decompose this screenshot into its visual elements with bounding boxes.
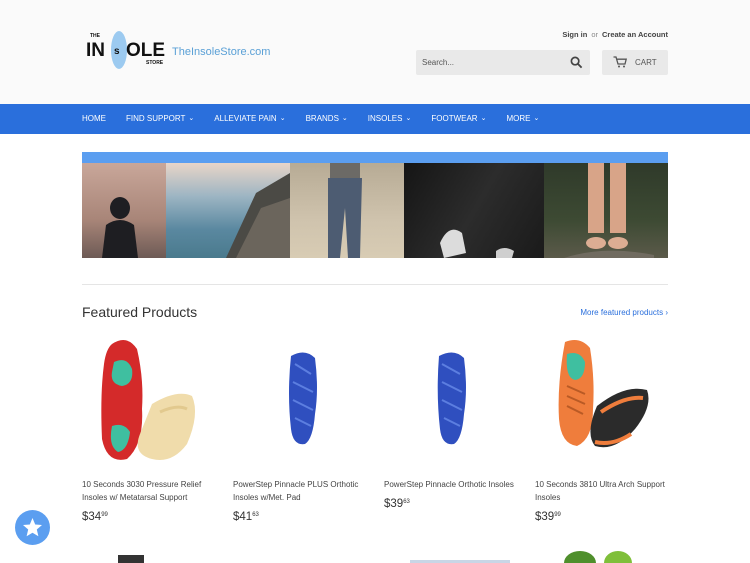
chevron-down-icon: ⌄ [188,115,195,122]
hero-banner[interactable] [82,163,668,258]
product-image-insole-orange[interactable] [535,334,670,469]
product-price: $3499 [82,511,108,523]
product-card[interactable]: 10 Seconds 3030 Pressure Relief Insoles … [82,334,217,523]
nav-item-label: FOOTWEAR [431,114,478,123]
product-image-insole-red[interactable] [82,334,217,469]
hero-photo-hiker [82,163,166,258]
hero-top-bar [82,152,668,163]
search-icon[interactable] [570,56,583,69]
nav-item-label: ALLEVIATE PAIN [214,114,277,123]
cart-button[interactable]: CART [602,50,668,75]
create-account-link[interactable]: Create an Account [602,30,668,39]
price-main: $34 [82,511,102,523]
svg-text:IN: IN [86,40,105,61]
nav-item-more[interactable]: MORE ⌄ [506,104,539,134]
chevron-down-icon: ⌄ [341,115,348,122]
svg-text:OLE: OLE [126,40,165,61]
cart-icon [613,56,627,68]
price-cents: 63 [252,512,259,518]
product-name[interactable]: 10 Seconds 3810 Ultra Arch Support Insol… [535,478,675,504]
reviews-star-button[interactable] [15,510,50,545]
sneaker-icon [440,229,514,258]
chevron-down-icon: ⌄ [480,115,487,122]
product-card[interactable]: PowerStep Pinnacle Orthotic Insoles $396… [384,334,519,510]
nav-item-footwear[interactable]: FOOTWEAR ⌄ [431,104,486,134]
nav-item-home[interactable]: HOME [82,104,106,134]
product-card[interactable]: 10 Seconds 3810 Ultra Arch Support Insol… [535,334,670,523]
price-main: $39 [535,511,555,523]
hero-photo-walker [290,163,404,258]
nav-item-label: FIND SUPPORT [126,114,186,123]
product-price: $3999 [535,511,561,523]
main-nav: HOME FIND SUPPORT ⌄ ALLEVIATE PAIN ⌄ BRAND… [0,104,750,134]
logo-small-bottom: STORE [146,60,164,66]
site-header: IN s OLE THE STORE TheInsoleStore.com Si… [0,0,750,104]
product-name[interactable]: PowerStep Pinnacle PLUS Orthotic Insoles… [233,478,373,504]
svg-text:s: s [114,46,120,57]
nav-item-label: BRANDS [305,114,339,123]
hero-photo-coast [166,163,290,258]
nav-item-find-support[interactable]: FIND SUPPORT ⌄ [126,104,194,134]
product-card[interactable]: PowerStep Pinnacle PLUS Orthotic Insoles… [233,334,368,523]
price-main: $39 [384,498,404,510]
price-main: $41 [233,511,253,523]
hero-photo-barefoot [544,163,668,258]
price-cents: 63 [403,499,410,505]
cliff-shape-icon [226,173,290,258]
cart-label: CART [635,58,657,67]
logo-small-top: THE [90,33,100,39]
product-name[interactable]: PowerStep Pinnacle Orthotic Insoles [384,478,524,491]
chevron-down-icon: ⌄ [279,115,286,122]
star-icon [23,518,42,537]
site-logo[interactable]: IN s OLE THE STORE TheInsoleStore.com [86,30,270,72]
nav-item-label: MORE [506,114,531,123]
walker-legs-icon [328,163,362,258]
or-text: or [591,30,598,39]
price-cents: 99 [101,512,108,518]
featured-products-title: Featured Products [82,304,198,320]
price-cents: 99 [554,512,561,518]
product-image-partial[interactable] [118,555,144,563]
nav-item-alleviate-pain[interactable]: ALLEVIATE PAIN ⌄ [214,104,285,134]
nav-item-brands[interactable]: BRANDS ⌄ [306,104,348,134]
hiker-silhouette-icon [102,197,138,258]
chevron-down-icon: ⌄ [405,115,412,122]
product-image-partial[interactable] [560,545,640,563]
search-placeholder: Search... [422,58,455,67]
product-price: $3963 [384,498,410,510]
sign-in-link[interactable]: Sign in [562,30,587,39]
logo-site-name: TheInsoleStore.com [172,46,271,58]
product-image-insole-blue[interactable] [384,334,519,469]
nav-item-label: HOME [82,114,106,123]
nav-item-label: INSOLES [367,114,403,123]
product-price: $4163 [233,511,259,523]
chevron-down-icon: ⌄ [533,115,540,122]
section-divider [82,284,668,285]
bare-feet-icon [564,163,654,258]
product-name[interactable]: 10 Seconds 3030 Pressure Relief Insoles … [82,478,222,504]
product-image-insole-blue-plus[interactable] [233,334,368,469]
hero-photo-shoes [404,163,544,258]
search-input[interactable]: Search... [416,50,590,75]
nav-item-insoles[interactable]: INSOLES ⌄ [368,104,412,134]
account-links: Sign in or Create an Account [562,30,668,39]
more-featured-link[interactable]: More featured products › [580,308,668,317]
